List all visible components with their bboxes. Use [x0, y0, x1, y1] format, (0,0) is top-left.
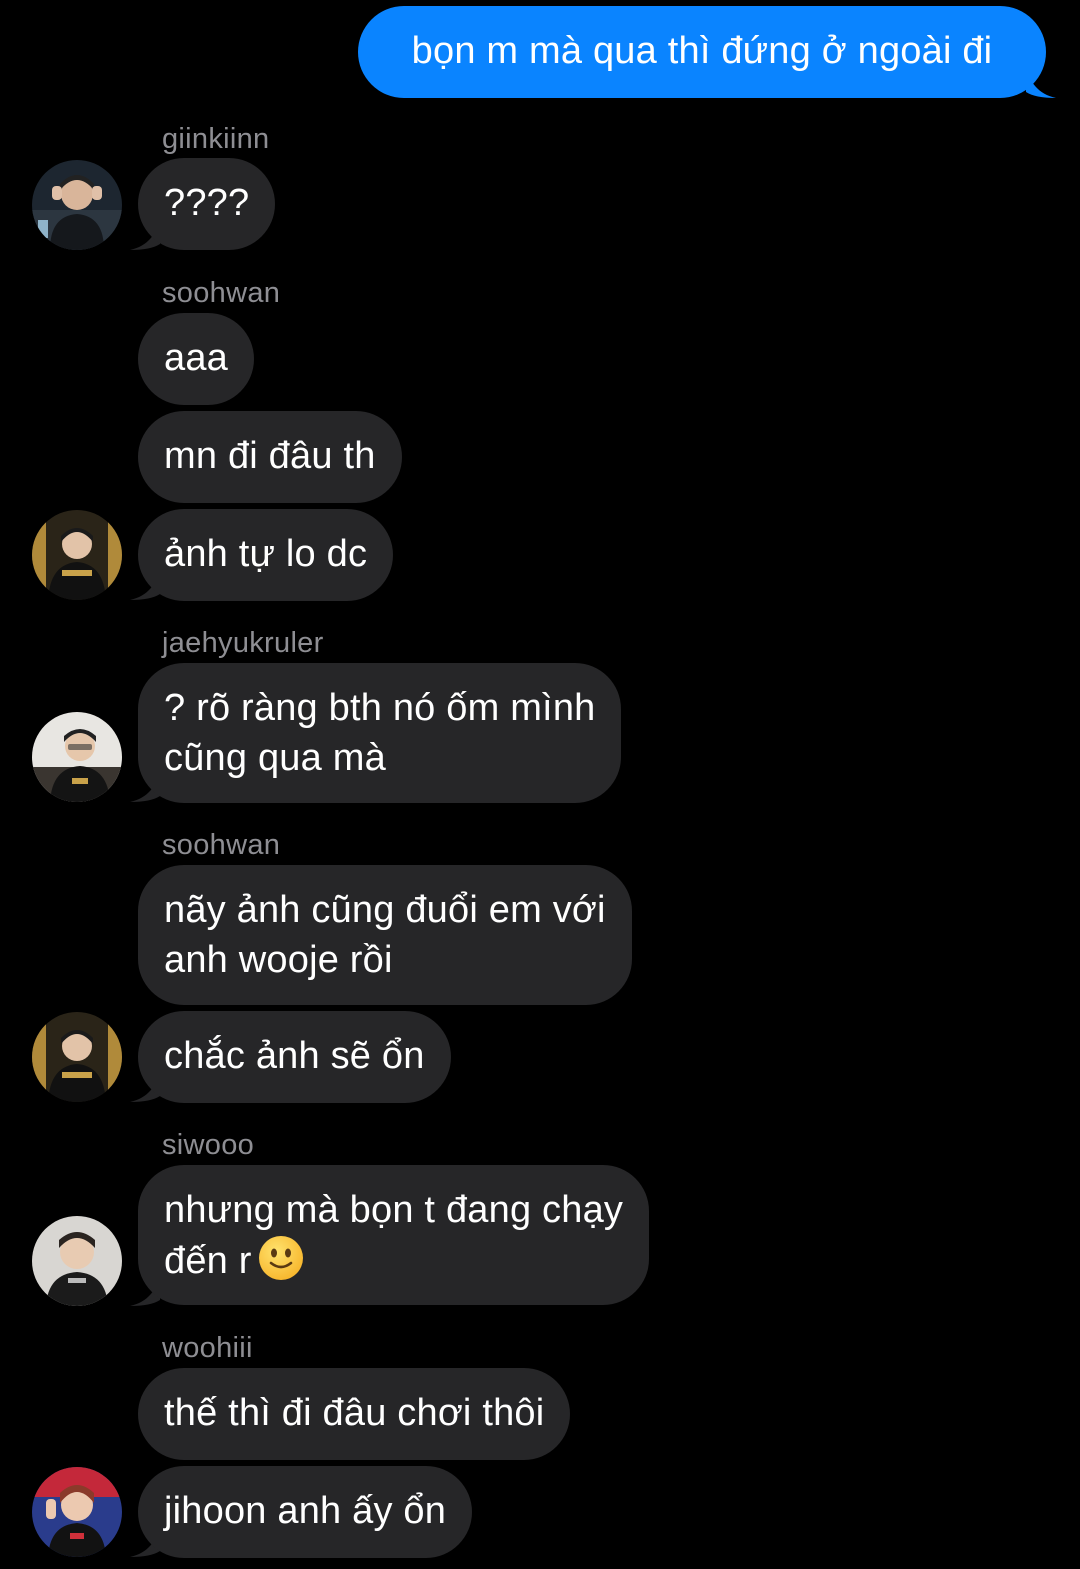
- outgoing-message-text: bọn m mà qua thì đứng ở ngoài đi: [411, 30, 993, 72]
- avatar-photo-icon: [32, 1012, 122, 1102]
- avatar-photo-icon: [32, 712, 122, 802]
- sender-name-woohiii: woohiii: [162, 1332, 253, 1364]
- avatar-photo-icon: [32, 160, 122, 250]
- sender-name-jaehyukruler: jaehyukruler: [162, 627, 324, 659]
- sender-name-soohwan: soohwan: [162, 277, 281, 309]
- message-text-line: nãy ảnh cũng đuổi em với: [164, 889, 606, 931]
- message-text-line: ? rõ ràng bth nó ốm mình: [164, 687, 596, 729]
- incoming-message-bubble[interactable]: jihoon anh ấy ổn: [138, 1466, 473, 1558]
- message-text-line: đến r: [164, 1235, 623, 1286]
- avatar-soohwan[interactable]: [32, 510, 122, 600]
- message-text-line: cũng qua mà: [164, 737, 386, 779]
- message-text: ảnh tự lo dc: [164, 533, 368, 575]
- message-text: thế thì đi đâu chơi thôi: [164, 1392, 545, 1434]
- message-text: ????: [164, 182, 250, 224]
- incoming-message-bubble[interactable]: ? rõ ràng bth nó ốm mình cũng qua mà: [138, 663, 622, 803]
- message-text: chắc ảnh sẽ ổn: [164, 1035, 425, 1077]
- message-text: đến r: [164, 1240, 252, 1282]
- message-text: aaa: [164, 337, 229, 379]
- incoming-message-bubble[interactable]: nãy ảnh cũng đuổi em với anh wooje rồi: [138, 865, 632, 1005]
- incoming-message-bubble[interactable]: mn đi đâu th: [138, 411, 402, 503]
- incoming-message-bubble[interactable]: chắc ảnh sẽ ổn: [138, 1011, 451, 1103]
- incoming-message-bubble[interactable]: ảnh tự lo dc: [138, 509, 394, 601]
- avatar-giinkiinn[interactable]: [32, 160, 122, 250]
- message-text-line: nhưng mà bọn t đang chạy: [164, 1189, 624, 1231]
- outgoing-message-bubble[interactable]: bọn m mà qua thì đứng ở ngoài đi: [358, 6, 1046, 98]
- avatar-siwooo[interactable]: [32, 1216, 122, 1306]
- message-text: mn đi đâu th: [164, 435, 376, 477]
- sender-name-giinkiinn: giinkiinn: [162, 123, 270, 155]
- incoming-message-bubble[interactable]: aaa: [138, 313, 255, 405]
- avatar-photo-icon: [32, 1467, 122, 1557]
- incoming-message-bubble[interactable]: nhưng mà bọn t đang chạy đến r: [138, 1165, 650, 1305]
- outgoing-bubble-tail: [1026, 68, 1056, 98]
- sender-name-siwooo: siwooo: [162, 1129, 255, 1161]
- incoming-message-bubble[interactable]: ????: [138, 158, 276, 250]
- message-text-line: anh wooje rồi: [164, 939, 393, 981]
- avatar-soohwan[interactable]: [32, 1012, 122, 1102]
- avatar-jaehyukruler[interactable]: [32, 712, 122, 802]
- message-text: jihoon anh ấy ổn: [164, 1490, 447, 1532]
- avatar-photo-icon: [32, 510, 122, 600]
- avatar-woohiii[interactable]: [32, 1467, 122, 1557]
- slightly-smiling-face-icon: [258, 1236, 303, 1280]
- sender-name-soohwan: soohwan: [162, 829, 281, 861]
- incoming-message-bubble[interactable]: thế thì đi đâu chơi thôi: [138, 1368, 571, 1460]
- avatar-photo-icon: [32, 1216, 122, 1306]
